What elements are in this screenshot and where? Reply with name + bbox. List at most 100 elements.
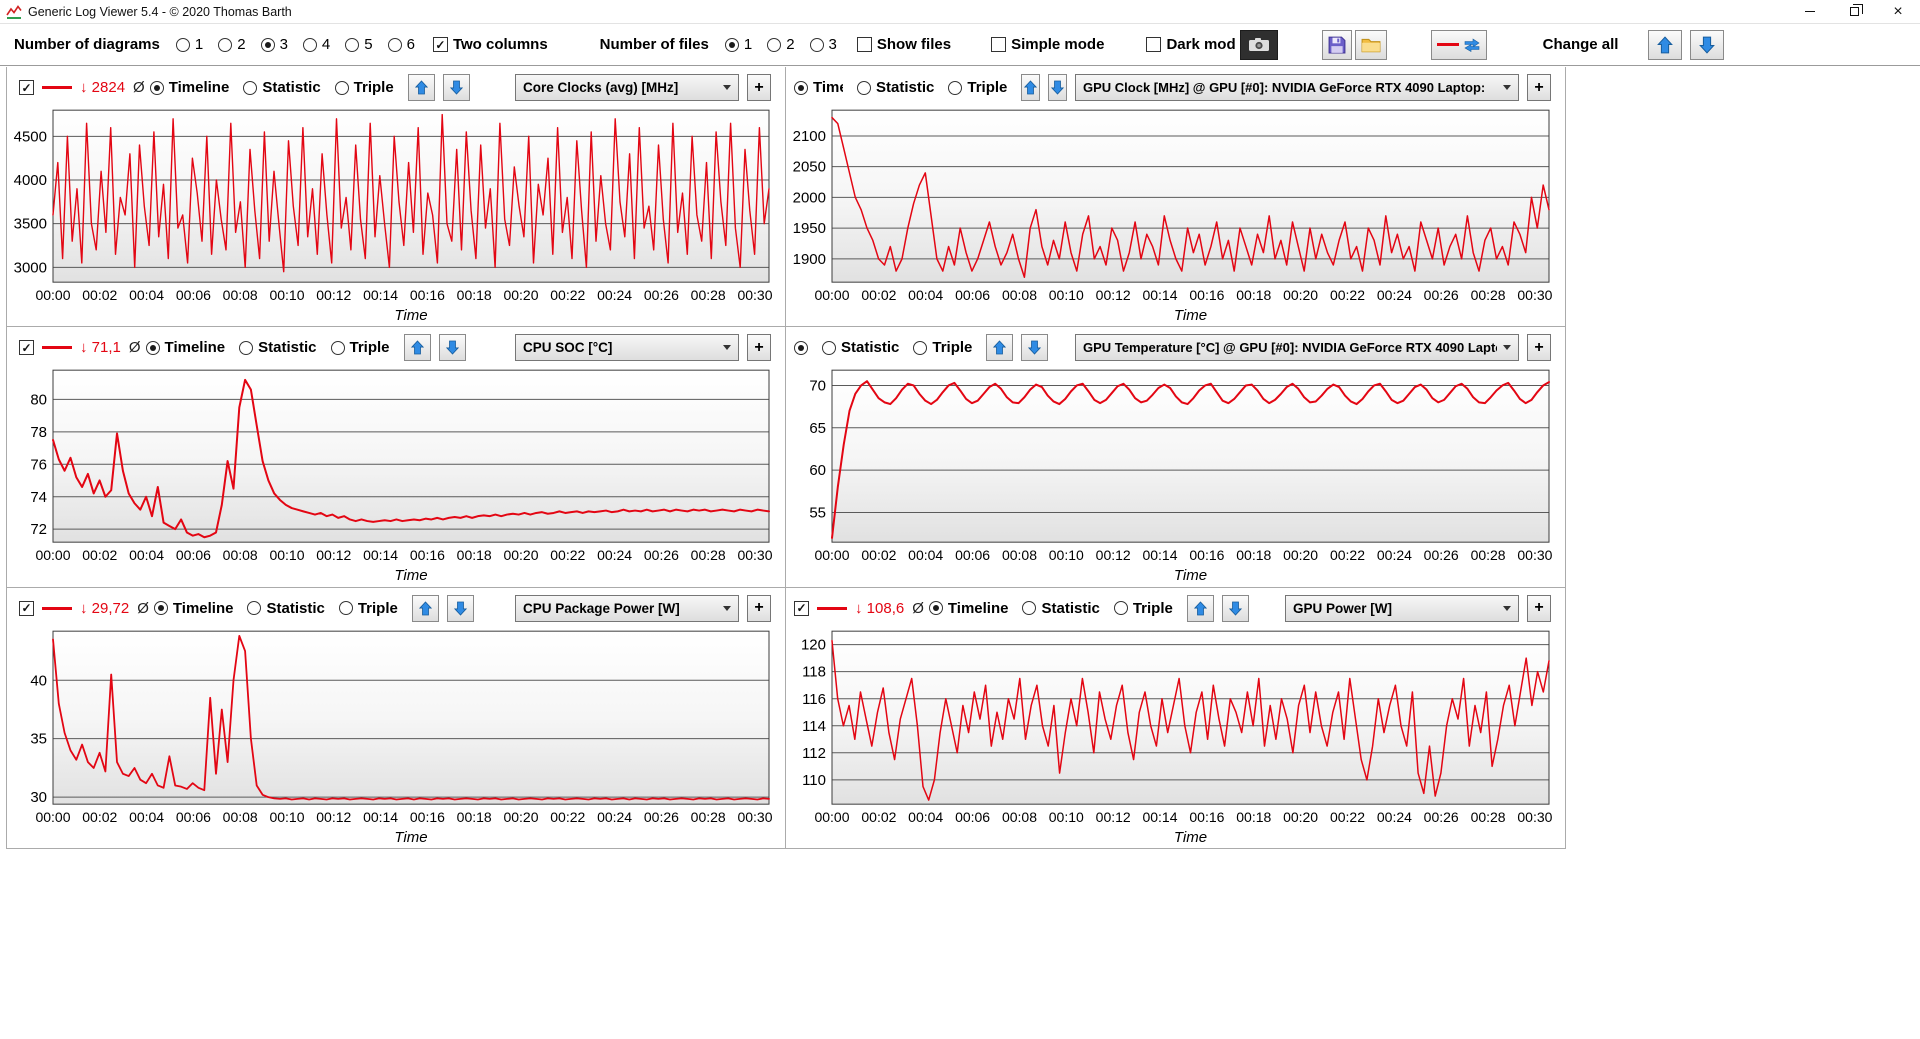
radio-statistic[interactable]: Statistic bbox=[243, 79, 321, 96]
add-series-button[interactable]: + bbox=[1527, 334, 1551, 362]
average-symbol[interactable]: Ø bbox=[129, 339, 141, 356]
floppy-disk-icon bbox=[1328, 36, 1346, 53]
radio-triple[interactable]: Triple bbox=[913, 339, 972, 356]
move-diagram-up-button[interactable] bbox=[1021, 74, 1041, 101]
svg-text:00:18: 00:18 bbox=[1236, 287, 1271, 303]
move-diagram-down-button[interactable] bbox=[1021, 334, 1049, 362]
file-count-option-1[interactable]: 1 bbox=[724, 36, 752, 53]
svg-text:00:20: 00:20 bbox=[1283, 809, 1318, 825]
move-diagram-up-button[interactable] bbox=[986, 334, 1014, 362]
radio-triple[interactable]: Triple bbox=[334, 79, 394, 96]
metric-select[interactable]: CPU Package Power [W] bbox=[515, 594, 739, 622]
add-series-button[interactable]: + bbox=[747, 74, 771, 101]
show-files-checkbox[interactable]: Show files bbox=[856, 36, 951, 53]
radio-timeline[interactable]: Timeline bbox=[794, 340, 808, 355]
up-arrow-icon bbox=[414, 80, 428, 95]
radio-timeline[interactable]: Timeline bbox=[794, 79, 843, 96]
move-diagram-down-button[interactable] bbox=[442, 74, 470, 101]
panel-cpu-soc: ✓ ↓ 71,1 Ø Timeline Statistic Triple CPU… bbox=[7, 327, 786, 588]
radio-statistic[interactable]: Statistic bbox=[1022, 600, 1100, 617]
move-diagram-up-button[interactable] bbox=[1186, 594, 1214, 622]
two-columns-checkbox[interactable]: ✓ Two columns bbox=[432, 36, 548, 53]
svg-text:00:26: 00:26 bbox=[1424, 809, 1459, 825]
move-diagram-down-button[interactable] bbox=[438, 334, 466, 362]
svg-text:00:16: 00:16 bbox=[410, 547, 445, 563]
refresh-arrows-icon bbox=[1464, 37, 1480, 52]
diagram-count-option-4[interactable]: 4 bbox=[302, 36, 330, 53]
change-all-down-button[interactable] bbox=[1690, 29, 1725, 60]
dark-mode-checkbox[interactable]: Dark mod bbox=[1146, 36, 1236, 53]
change-all-up-button[interactable] bbox=[1648, 29, 1683, 60]
panel-gpu-power: ✓ ↓ 108,6 Ø Timeline Statistic Triple GP… bbox=[786, 588, 1565, 848]
radio-triple[interactable]: Triple bbox=[330, 339, 390, 356]
radio-statistic[interactable]: Statistic bbox=[822, 339, 899, 356]
move-diagram-up-button[interactable] bbox=[407, 74, 435, 101]
svg-text:00:06: 00:06 bbox=[176, 287, 211, 303]
radio-timeline[interactable]: Timeline bbox=[149, 79, 229, 96]
check-icon: ✓ bbox=[21, 340, 32, 355]
open-folder-button[interactable] bbox=[1354, 29, 1387, 60]
metric-select[interactable]: GPU Temperature [°C] @ GPU [#0]: NVIDIA … bbox=[1075, 334, 1519, 362]
series-visible-checkbox[interactable]: ✓ bbox=[19, 80, 34, 95]
file-count-option-2[interactable]: 2 bbox=[767, 36, 795, 53]
radio-triple[interactable]: Triple bbox=[1113, 600, 1173, 617]
svg-text:00:26: 00:26 bbox=[644, 547, 679, 563]
simple-mode-checkbox[interactable]: Simple mode bbox=[991, 36, 1104, 53]
radio-triple[interactable]: Triple bbox=[338, 600, 398, 617]
radio-statistic[interactable]: Statistic bbox=[247, 600, 325, 617]
series-visible-checkbox[interactable]: ✓ bbox=[19, 600, 34, 616]
maximize-button[interactable] bbox=[1832, 0, 1876, 23]
radio-statistic[interactable]: Statistic bbox=[239, 339, 317, 356]
metric-select[interactable]: GPU Clock [MHz] @ GPU [#0]: NVIDIA GeFor… bbox=[1075, 74, 1519, 101]
line-style-refresh-button[interactable] bbox=[1430, 29, 1487, 60]
save-button[interactable] bbox=[1321, 29, 1352, 60]
move-diagram-up-button[interactable] bbox=[403, 334, 431, 362]
svg-text:00:10: 00:10 bbox=[1049, 287, 1084, 303]
svg-text:00:14: 00:14 bbox=[1142, 287, 1177, 303]
average-symbol[interactable]: Ø bbox=[912, 600, 924, 617]
svg-text:00:14: 00:14 bbox=[1142, 809, 1177, 825]
add-series-button[interactable]: + bbox=[747, 594, 771, 622]
series-visible-checkbox[interactable]: ✓ bbox=[19, 340, 34, 356]
close-button[interactable]: × bbox=[1876, 0, 1920, 23]
series-min-value: ↓ 71,1 bbox=[80, 339, 121, 357]
diagram-count-option-2[interactable]: 2 bbox=[218, 36, 246, 53]
svg-text:60: 60 bbox=[809, 462, 826, 479]
move-diagram-down-button[interactable] bbox=[1048, 74, 1067, 101]
screenshot-button[interactable] bbox=[1239, 29, 1278, 60]
diagram-count-option-6[interactable]: 6 bbox=[387, 36, 415, 53]
radio-triple[interactable]: Triple bbox=[948, 79, 1007, 96]
average-symbol[interactable]: Ø bbox=[133, 79, 145, 96]
add-series-button[interactable]: + bbox=[1527, 594, 1551, 622]
svg-text:00:20: 00:20 bbox=[503, 287, 538, 303]
up-arrow-icon bbox=[1193, 601, 1207, 616]
radio-timeline[interactable]: Timeline bbox=[928, 600, 1008, 617]
radio-timeline[interactable]: Timeline bbox=[145, 339, 225, 356]
metric-select[interactable]: GPU Power [W] bbox=[1285, 594, 1519, 622]
move-diagram-up-button[interactable] bbox=[411, 594, 439, 622]
move-diagram-down-button[interactable] bbox=[1221, 594, 1249, 622]
diagram-count-option-3[interactable]: 3 bbox=[260, 36, 288, 53]
minimize-button[interactable] bbox=[1788, 0, 1832, 23]
file-count-option-3[interactable]: 3 bbox=[809, 36, 837, 53]
diagram-count-option-1[interactable]: 1 bbox=[175, 36, 203, 53]
add-series-button[interactable]: + bbox=[747, 334, 771, 362]
radio-statistic[interactable]: Statistic bbox=[857, 79, 934, 96]
metric-select[interactable]: CPU SOC [°C] bbox=[515, 334, 739, 362]
svg-text:00:02: 00:02 bbox=[861, 287, 896, 303]
titlebar: Generic Log Viewer 5.4 - © 2020 Thomas B… bbox=[0, 0, 1920, 24]
add-series-button[interactable]: + bbox=[1527, 74, 1551, 101]
metric-select[interactable]: Core Clocks (avg) [MHz] bbox=[515, 74, 739, 101]
radio-timeline[interactable]: Timeline bbox=[153, 600, 233, 617]
diagram-count-option-5[interactable]: 5 bbox=[345, 36, 373, 53]
chart-gpu-clock: 1900 1950 2000 2050 2100 00:00 00:02 00:04 00:06… bbox=[793, 109, 1553, 324]
svg-text:00:02: 00:02 bbox=[82, 287, 117, 303]
minimize-icon bbox=[1805, 11, 1815, 12]
move-diagram-down-button[interactable] bbox=[446, 594, 474, 622]
series-color-line bbox=[42, 346, 72, 350]
radio-selected-icon bbox=[724, 37, 739, 52]
chart-gpu-temperature: 55 60 65 70 00:00 00:02 00:04 00:06 00:08 00:10 00… bbox=[809, 369, 1553, 584]
svg-text:00:20: 00:20 bbox=[1283, 287, 1318, 303]
average-symbol[interactable]: Ø bbox=[137, 600, 149, 617]
series-visible-checkbox[interactable]: ✓ bbox=[794, 600, 809, 616]
